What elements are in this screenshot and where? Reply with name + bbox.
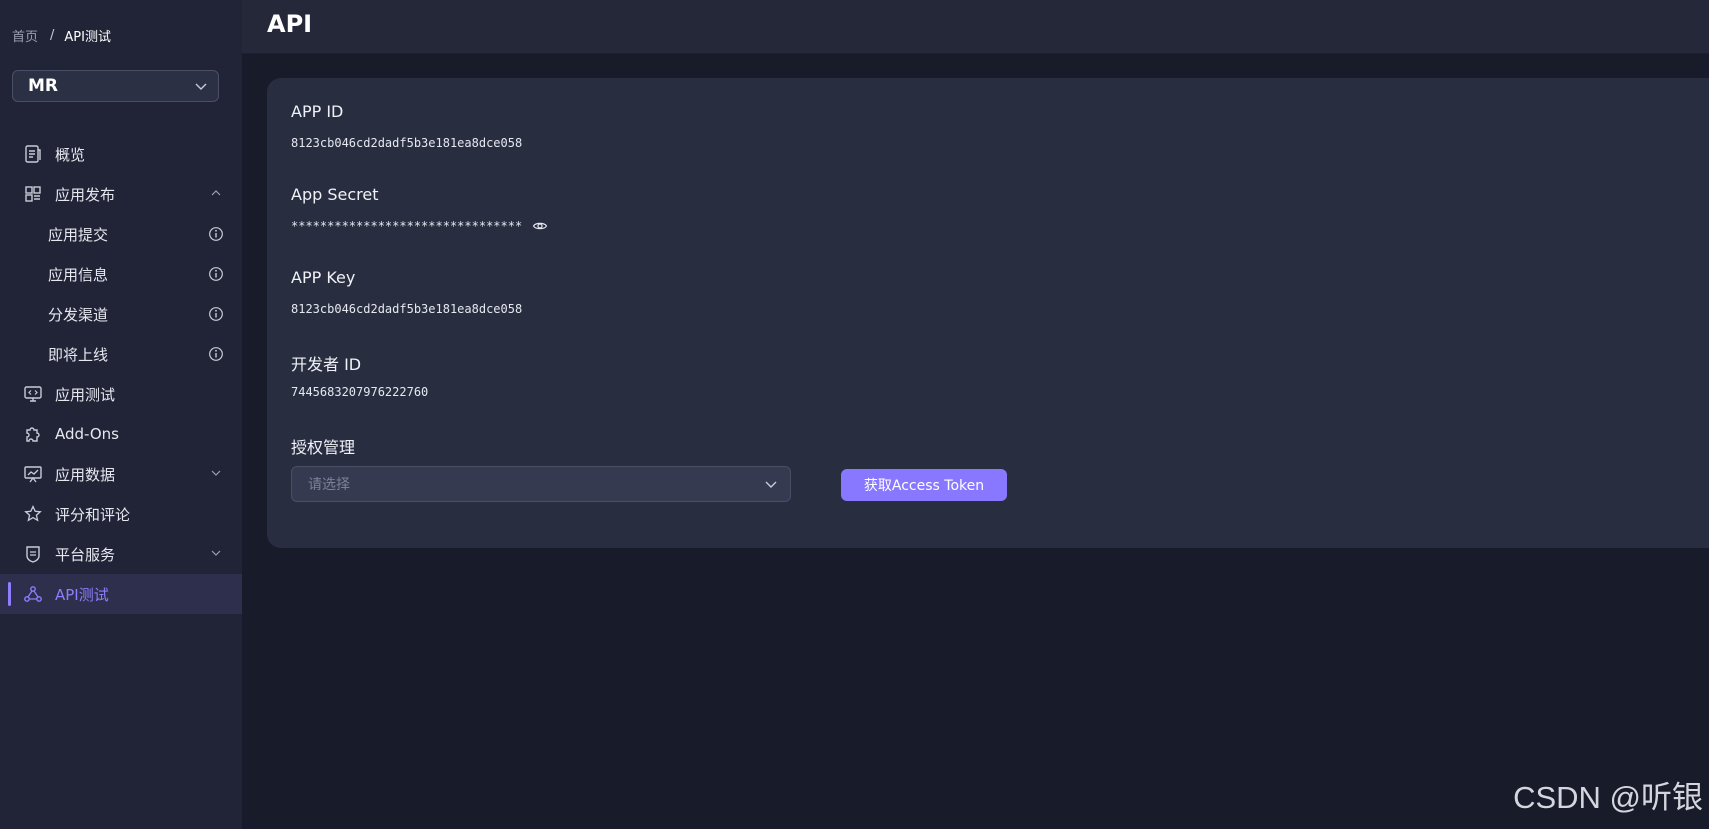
grid-icon <box>22 183 44 205</box>
sidebar-item-label: API测试 <box>55 585 109 604</box>
sidebar-item-addons[interactable]: Add-Ons <box>0 414 242 454</box>
app-id-field: APP ID 8123cb046cd2dadf5b3e181ea8dce058 <box>291 102 522 152</box>
app-secret-field: App Secret *****************************… <box>291 185 548 235</box>
app-key-label: APP Key <box>291 268 356 287</box>
sidebar-item-upcoming[interactable]: 即将上线 <box>0 334 242 374</box>
sidebar-item-label: 应用提交 <box>48 225 109 244</box>
sidebar-item-label: 概览 <box>55 145 86 164</box>
app-secret-row: ******************************** <box>291 217 548 235</box>
sidebar-item-label: 即将上线 <box>48 345 109 364</box>
developer-id-label: 开发者 ID <box>291 355 362 374</box>
developer-id-value: 7445683207976222760 <box>291 385 429 399</box>
app-key-value: 8123cb046cd2dadf5b3e181ea8dce058 <box>291 302 523 316</box>
sidebar-item-data[interactable]: 应用数据 <box>0 454 242 494</box>
breadcrumb: 首页 / API测试 <box>12 25 111 45</box>
breadcrumb-current: API测试 <box>64 29 111 45</box>
sidebar-item-label: Add-Ons <box>55 425 119 443</box>
chevron-down-icon <box>211 470 221 476</box>
auth-label: 授权管理 <box>291 438 356 457</box>
auth-select-placeholder: 请选择 <box>308 477 350 493</box>
network-icon <box>22 583 44 605</box>
document-icon <box>22 143 44 165</box>
get-access-token-button[interactable]: 获取Access Token <box>841 469 1007 501</box>
sidebar-item-publish[interactable]: 应用发布 <box>0 174 242 214</box>
sidebar-nav: 概览 应用发布 应用提交 应用信息 分发渠道 即将上线 应用测试 Add-Ons… <box>0 134 242 614</box>
breadcrumb-separator: / <box>50 27 55 43</box>
app-id-label: APP ID <box>291 102 344 121</box>
developer-id-field: 开发者 ID 7445683207976222760 <box>291 351 428 401</box>
auth-select[interactable]: 请选择 <box>291 466 791 502</box>
sidebar-item-reviews[interactable]: 评分和评论 <box>0 494 242 534</box>
auth-field: 授权管理 <box>291 434 356 457</box>
info-icon[interactable] <box>208 226 224 242</box>
watermark: CSDN @听银 <box>1513 780 1703 815</box>
sidebar-item-api-test[interactable]: API测试 <box>0 574 242 614</box>
page-header: API <box>242 0 1709 54</box>
chart-board-icon <box>22 463 44 485</box>
app-secret-value: ******************************** <box>291 219 523 233</box>
sidebar-item-label: 应用信息 <box>48 265 109 284</box>
monitor-code-icon <box>22 383 44 405</box>
sidebar-item-label: 应用测试 <box>55 385 116 404</box>
sidebar-item-info[interactable]: 应用信息 <box>0 254 242 294</box>
sidebar-item-label: 平台服务 <box>55 545 116 564</box>
app-secret-label: App Secret <box>291 185 379 204</box>
sidebar-item-overview[interactable]: 概览 <box>0 134 242 174</box>
star-icon <box>22 503 44 525</box>
chevron-down-icon <box>765 481 777 488</box>
app-key-field: APP Key 8123cb046cd2dadf5b3e181ea8dce058 <box>291 268 522 318</box>
chevron-up-icon <box>211 190 221 196</box>
info-icon[interactable] <box>208 266 224 282</box>
sidebar-item-label: 评分和评论 <box>55 505 131 524</box>
app-selector-value: MR <box>28 76 59 96</box>
sidebar-item-services[interactable]: 平台服务 <box>0 534 242 574</box>
sidebar: 首页 / API测试 MR 概览 应用发布 应用提交 应用信息 分发渠道 即将上… <box>0 0 242 829</box>
puzzle-icon <box>22 423 44 445</box>
sidebar-item-submit[interactable]: 应用提交 <box>0 214 242 254</box>
app-selector[interactable]: MR <box>12 70 219 102</box>
sidebar-item-channel[interactable]: 分发渠道 <box>0 294 242 334</box>
sidebar-item-label: 应用数据 <box>55 465 116 484</box>
app-id-value: 8123cb046cd2dadf5b3e181ea8dce058 <box>291 136 523 150</box>
breadcrumb-home[interactable]: 首页 <box>12 26 38 45</box>
app-root: 首页 / API测试 MR 概览 应用发布 应用提交 应用信息 分发渠道 即将上… <box>0 0 1709 829</box>
page-title: API <box>267 10 313 38</box>
info-icon[interactable] <box>208 346 224 362</box>
sidebar-item-label: 分发渠道 <box>48 305 109 324</box>
shield-icon <box>22 543 44 565</box>
chevron-down-icon <box>195 83 207 90</box>
eye-icon[interactable] <box>532 218 548 234</box>
chevron-down-icon <box>211 550 221 556</box>
sidebar-item-label: 应用发布 <box>55 185 116 204</box>
sidebar-item-testing[interactable]: 应用测试 <box>0 374 242 414</box>
info-icon[interactable] <box>208 306 224 322</box>
api-info-card: APP ID 8123cb046cd2dadf5b3e181ea8dce058 … <box>267 78 1709 548</box>
